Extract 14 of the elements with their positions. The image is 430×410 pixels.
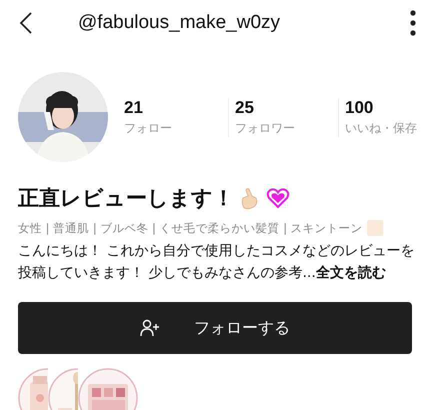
read-more-link[interactable]: 全文を読む bbox=[316, 265, 386, 281]
username: @fabulous_make_w0zy bbox=[78, 12, 282, 34]
add-user-icon bbox=[140, 319, 160, 337]
stat-count[interactable]: 100 bbox=[345, 98, 430, 118]
profile-tags: 女性 | 普通肌 | ブルベ冬 | くせ毛で柔らかい髪質 | スキントーン bbox=[18, 220, 363, 236]
profile-title: 正直レビューします！ bbox=[18, 185, 234, 212]
more-icon[interactable] bbox=[410, 10, 416, 36]
follow-button[interactable]: フォローする bbox=[18, 302, 412, 354]
bio-text: こんにちは！ これから自分で使用したコスメなどのレビューを投稿していきます！ 少しでもみなさんの参考...全文を読む bbox=[18, 242, 416, 283]
heart-icon bbox=[266, 186, 290, 210]
back-icon[interactable] bbox=[18, 11, 34, 35]
skin-tone-icon bbox=[366, 220, 383, 236]
stat-count[interactable]: 25 bbox=[235, 98, 338, 118]
stat-count[interactable]: 21 bbox=[124, 98, 228, 118]
